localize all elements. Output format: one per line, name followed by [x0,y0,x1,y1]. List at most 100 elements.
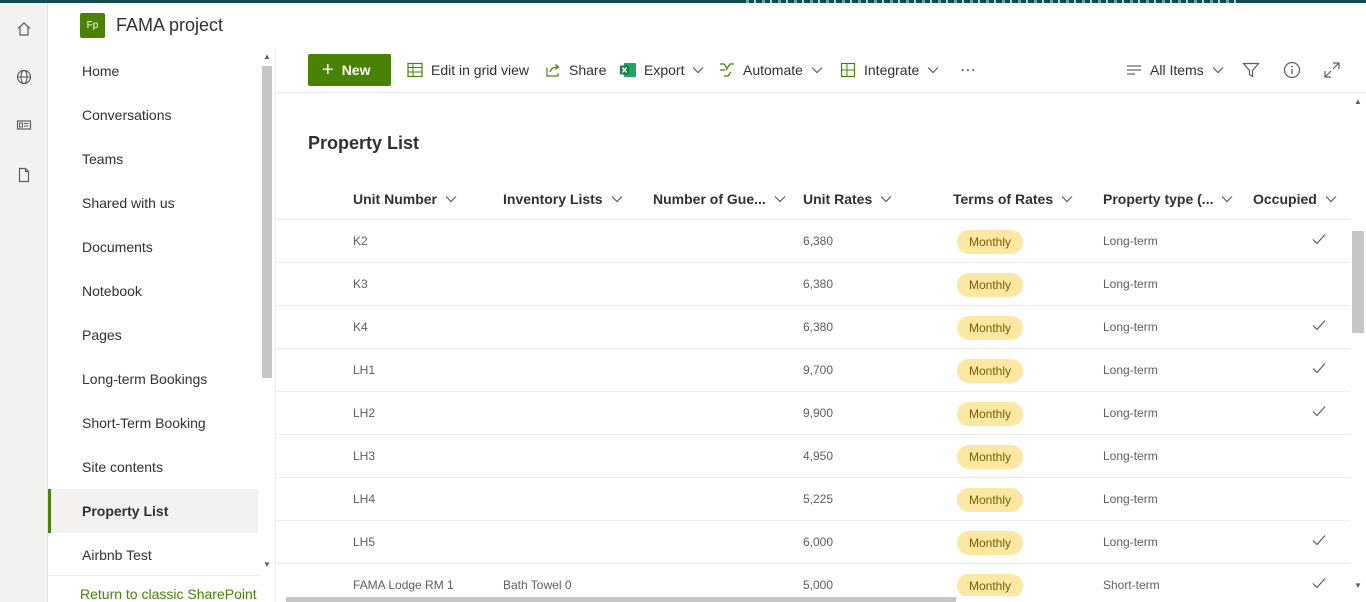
main-scrollbar-thumb[interactable] [1352,231,1364,333]
nav-item-pages[interactable]: Pages [48,313,258,357]
site-logo[interactable]: Fp [80,13,105,38]
main-vertical-scrollbar[interactable]: ▲ ▼ [1350,93,1366,596]
cell-inventory-lists: Bath Towel 0 [503,578,572,592]
more-options-button[interactable]: ⋯ [960,60,976,80]
chevron-down-icon [880,195,892,203]
cell-unit-rates: 6,380 [803,320,834,334]
nav-item-site-contents[interactable]: Site contents [48,445,258,489]
table-row[interactable]: K4 6,380 Long-term Monthly [276,306,1350,349]
edit-grid-view-button[interactable]: Edit in grid view [406,60,529,80]
checkmark-icon [1312,362,1326,377]
horizontal-scrollbar-thumb[interactable] [286,597,956,602]
cell-property-type: Short-term [1103,578,1160,592]
expand-icon[interactable] [1323,60,1341,80]
cell-unit-number: K3 [353,277,368,291]
table-row[interactable]: K2 6,380 Long-term Monthly [276,220,1350,263]
terms-badge: Monthly [957,488,1024,512]
table-row[interactable]: LH5 6,000 Long-term Monthly [276,521,1350,564]
chevron-down-icon [1221,195,1233,203]
column-header-occupied[interactable]: Occupied [1253,189,1337,209]
nav-item-conversations[interactable]: Conversations [48,93,258,137]
cell-unit-number: K2 [353,234,368,248]
chevron-down-icon [1325,195,1337,203]
nav-scrollbar[interactable]: ▲ ▼ [260,52,274,575]
scroll-up-arrow-icon[interactable]: ▲ [263,52,271,61]
terms-badge: Monthly [957,574,1024,596]
list-title: Property List [308,133,420,153]
nav-item-shared-with-us[interactable]: Shared with us [48,181,258,225]
terms-badge: Monthly [957,359,1024,383]
cell-property-type: Long-term [1103,492,1158,506]
cell-unit-rates: 5,000 [803,578,834,592]
scroll-up-arrow-icon[interactable]: ▲ [1354,97,1362,106]
cell-unit-number: LH5 [353,535,376,549]
column-header-inventory-lists[interactable]: Inventory Lists [503,189,623,209]
cell-unit-rates: 5,225 [803,492,834,506]
document-icon[interactable] [12,163,36,187]
view-list-icon [1125,61,1143,79]
cell-unit-rates: 4,950 [803,449,834,463]
terms-badge: Monthly [957,230,1024,254]
nav-item-home[interactable]: Home [48,49,258,93]
cell-unit-rates: 6,000 [803,535,834,549]
automate-button[interactable]: Automate [718,60,823,80]
table-row[interactable]: LH1 9,700 Long-term Monthly [276,349,1350,392]
table-row[interactable]: LH4 5,225 Long-term Monthly [276,478,1350,521]
chevron-down-icon [692,66,704,74]
new-button[interactable]: + New [308,54,391,86]
home-icon[interactable] [12,17,36,41]
column-header-unit-rates[interactable]: Unit Rates [803,189,892,209]
suite-rail [0,3,48,602]
view-selector[interactable]: All Items [1125,60,1224,80]
cell-unit-number: LH3 [353,449,376,463]
cell-unit-rates: 9,700 [803,363,834,377]
terms-badge: Monthly [957,273,1024,297]
site-header: Fp FAMA project [48,3,1366,47]
main-horizontal-scrollbar[interactable] [276,596,1350,602]
integrate-button[interactable]: Integrate [839,60,939,80]
return-to-classic-link[interactable]: Return to classic SharePoint [80,586,257,602]
export-button[interactable]: Export [619,60,704,80]
nav-item-teams[interactable]: Teams [48,137,258,181]
scroll-down-arrow-icon[interactable]: ▼ [1354,581,1362,590]
news-icon[interactable] [12,113,36,137]
terms-badge: Monthly [957,402,1024,426]
cell-unit-number: K4 [353,320,368,334]
table-row[interactable]: LH3 4,950 Long-term Monthly [276,435,1350,478]
info-icon[interactable] [1283,60,1301,80]
plus-icon: + [322,59,334,81]
cell-property-type: Long-term [1103,277,1158,291]
cell-unit-rates: 6,380 [803,277,834,291]
cell-property-type: Long-term [1103,363,1158,377]
table-row[interactable]: K3 6,380 Long-term Monthly [276,263,1350,306]
table-row[interactable]: FAMA Lodge RM 1 Bath Towel 0 5,000 Short-te… [276,564,1350,596]
nav-item-notebook[interactable]: Notebook [48,269,258,313]
nav-item-long-term-bookings[interactable]: Long-term Bookings [48,357,258,401]
column-header-terms-of-rates[interactable]: Terms of Rates [953,189,1073,209]
share-button[interactable]: Share [544,60,606,80]
cell-property-type: Long-term [1103,406,1158,420]
nav-item-property-list[interactable]: Property List [48,489,258,533]
terms-badge: Monthly [957,531,1024,555]
checkmark-icon [1312,233,1326,248]
nav-item-airbnb-test[interactable]: Airbnb Test [48,533,258,577]
filter-icon[interactable] [1242,60,1260,80]
cell-unit-number: LH4 [353,492,376,506]
cell-unit-rates: 6,380 [803,234,834,248]
nav-footer: Return to classic SharePoint [48,575,260,602]
column-header-property-type[interactable]: Property type (... [1103,189,1233,209]
nav-item-documents[interactable]: Documents [48,225,258,269]
checkmark-icon [1312,319,1326,334]
site-title[interactable]: FAMA project [116,15,223,36]
nav-scrollbar-thumb[interactable] [262,66,272,378]
scroll-down-arrow-icon[interactable]: ▼ [263,560,271,569]
globe-icon[interactable] [12,65,36,89]
share-icon [544,61,562,79]
table-row[interactable]: LH2 9,900 Long-term Monthly [276,392,1350,435]
column-header-unit-number[interactable]: Unit Number [353,189,457,209]
nav-item-short-term-booking[interactable]: Short-Term Booking [48,401,258,445]
excel-icon [619,61,637,79]
column-header-number-of-guests[interactable]: Number of Gue... [653,189,786,209]
cell-property-type: Long-term [1103,449,1158,463]
terms-badge: Monthly [957,445,1024,469]
